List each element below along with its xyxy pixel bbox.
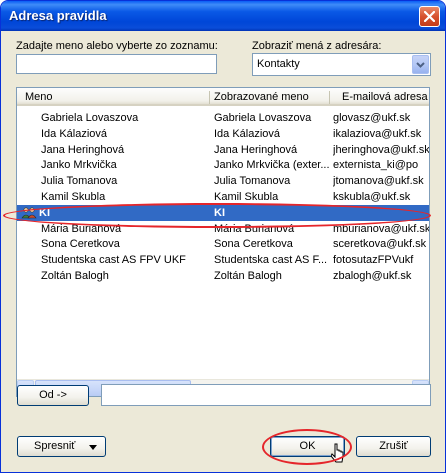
addressbook-selected-value: Kontakty [257,58,300,70]
table-row[interactable]: Gabriela Lovaszova Gabriela Lovaszova glov… [17,110,429,126]
row-email: ikalaziova@ukf.sk [333,127,422,140]
contacts-list[interactable]: Meno Zobrazované meno E-mailová adresa G… [16,87,430,397]
table-row[interactable]: Janko Mrkvička Janko Mrkvička (exter... ex… [17,157,429,173]
from-field[interactable] [101,384,431,406]
search-label: Zadajte meno alebo vyberte zo zoznamu: [16,40,218,52]
table-row[interactable]: Ida Kálaziová Ida Kálaziová ikalaziova@ukf… [17,126,429,142]
table-row[interactable]: Jana Heringhová Jana Heringhová jheringhov… [17,142,429,158]
row-name: KI [39,206,50,219]
row-display-name: Gabriela Lovaszova [214,112,312,124]
row-name: Mária Burianová [41,222,122,235]
title-bar[interactable]: Adresa pravidla [1,1,445,31]
column-separator[interactable] [329,91,330,104]
distribution-list-icon [21,207,37,219]
table-row[interactable]: Studentska cast AS FPV UKF Studentska cas… [17,252,429,268]
row-email: glovasz@ukf.sk [333,112,411,124]
dialog-body: Zadajte meno alebo vyberte zo zoznamu: Z… [3,31,442,471]
row-name: Janko Mrkvička [41,159,117,172]
column-separator[interactable] [209,91,210,104]
row-name: Zoltán Balogh [41,270,109,282]
row-display-name: Kamil Skubla [214,191,279,203]
row-name: Ida Kálaziová [41,127,108,140]
mouse-cursor-icon [331,443,344,463]
refine-button[interactable]: Spresniť [17,436,106,457]
column-header-display-name[interactable]: Zobrazované meno [214,91,309,103]
row-name: Studentska cast AS FPV UKF [41,254,186,267]
search-input[interactable] [16,54,217,74]
row-display-name: Studentska cast AS F... [214,254,328,267]
table-row[interactable]: Kamil Skubla Kamil Skubla kskubla@ukf.sk [17,189,429,205]
row-display-name: Mária Burianová [214,222,295,235]
row-display-name: Julia Tomanova [214,175,291,188]
table-row[interactable]: Zoltán Balogh Zoltán Balogh zbalogh@ukf.sk [17,268,429,284]
close-icon [424,11,435,22]
table-row-selected[interactable]: KI KI [17,204,429,221]
row-email: sceretkova@ukf.sk [333,238,427,251]
row-name: Gabriela Lovaszova [41,112,139,124]
row-name: Kamil Skubla [41,191,106,203]
row-email: kskubla@ukf.sk [333,191,411,203]
addressbook-dropdown-button[interactable] [412,55,429,74]
row-display-name: Ida Kálaziová [214,127,281,140]
cancel-button[interactable]: Zrušiť [356,436,431,457]
row-email: zbalogh@ukf.sk [333,270,412,282]
addressbook-label: Zobraziť mená z adresára: [252,40,382,52]
column-header-name[interactable]: Meno [25,91,53,103]
row-display-name: Jana Heringhová [214,143,298,156]
window-title: Adresa pravidla [9,8,107,23]
caret-down-icon [89,445,97,450]
refine-button-label: Spresniť [34,440,76,452]
row-email: jtomanova@ukf.sk [333,175,424,188]
row-display-name: Zoltán Balogh [214,270,282,282]
table-row[interactable]: Sona Ceretkova Sona Ceretkova sceretkova@u… [17,236,429,252]
chevron-down-icon [416,62,425,68]
column-header-email[interactable]: E-mailová adresa [342,91,428,103]
row-email: fotosutazFPVukf [333,254,414,267]
table-row[interactable]: Julia Tomanova Julia Tomanova jtomanova@uk… [17,173,429,189]
row-display-name: KI [214,206,225,219]
row-display-name: Sona Ceretkova [214,238,293,251]
row-name: Sona Ceretkova [41,238,120,251]
address-rule-dialog: Adresa pravidla Zadajte meno alebo vyber… [0,0,446,473]
row-email: jheringhova@ukf.sk [333,143,430,156]
row-name: Julia Tomanova [41,175,118,188]
row-name: Jana Heringhová [41,143,125,156]
from-button[interactable]: Od -> [17,385,89,406]
row-display-name: Janko Mrkvička (exter... [214,159,330,172]
addressbook-select[interactable]: Kontakty [252,53,431,76]
close-button[interactable] [419,6,440,27]
list-header: Meno Zobrazované meno E-mailová adresa [17,88,429,106]
row-email: mburianova@ukf.sk [333,222,430,235]
table-row[interactable]: Mária Burianová Mária Burianová mburianova… [17,221,429,237]
row-email: externista_ki@po [333,159,419,172]
